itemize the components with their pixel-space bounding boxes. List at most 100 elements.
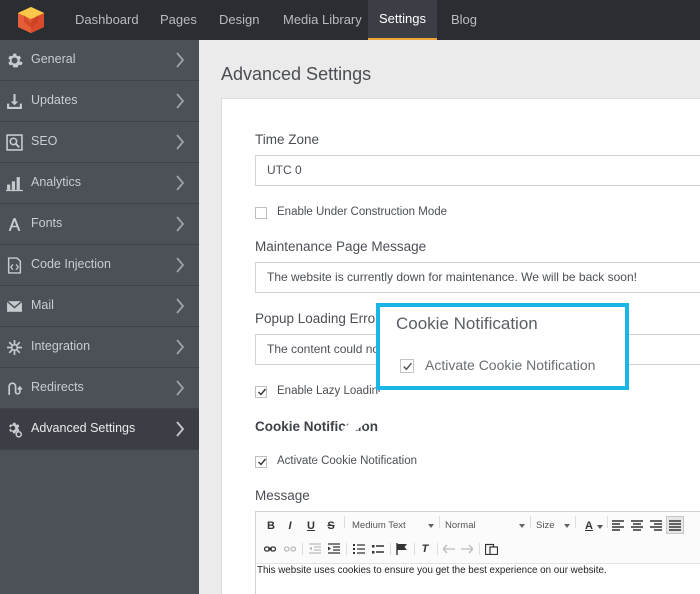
maintenance-message-label: Maintenance Page Message bbox=[255, 239, 427, 254]
nav-pages[interactable]: Pages bbox=[146, 0, 211, 40]
chevron-right-icon bbox=[176, 257, 185, 273]
sidebar-item-advanced-settings[interactable]: Advanced Settings bbox=[0, 409, 199, 450]
callout-title: Cookie Notification bbox=[396, 314, 538, 333]
sidebar-item-integration[interactable]: Integration bbox=[0, 327, 199, 368]
cookie-section-heading: Cookie Notification bbox=[255, 419, 379, 434]
sidebar-item-general[interactable]: General bbox=[0, 40, 199, 81]
toolbar-separator bbox=[439, 516, 440, 528]
sidebar-item-label: Advanced Settings bbox=[31, 421, 136, 435]
logo-icon bbox=[17, 7, 44, 33]
top-navigation: Dashboard Pages Design Media Library Set… bbox=[0, 0, 700, 40]
checkmark-icon bbox=[258, 458, 267, 466]
bulleted-list-icon[interactable] bbox=[372, 543, 384, 555]
app-logo[interactable] bbox=[0, 0, 61, 40]
code-file-icon bbox=[7, 257, 22, 274]
strikethrough-button[interactable]: S bbox=[324, 517, 338, 535]
font-size-dropdown[interactable]: Size bbox=[536, 517, 570, 535]
toolbar-separator bbox=[414, 543, 415, 555]
sidebar-item-updates[interactable]: Updates bbox=[0, 81, 199, 122]
sidebar-item-label: Code Injection bbox=[31, 257, 111, 271]
outdent-icon[interactable] bbox=[309, 543, 321, 555]
toolbar-separator bbox=[302, 543, 303, 555]
italic-button[interactable]: I bbox=[283, 517, 297, 535]
maintenance-message-input[interactable]: The website is currently down for mainte… bbox=[255, 262, 700, 293]
redo-icon[interactable] bbox=[461, 544, 473, 554]
chevron-right-icon bbox=[176, 216, 185, 232]
font-size-value: Size bbox=[536, 520, 555, 531]
format-dropdown[interactable]: Normal bbox=[445, 517, 525, 535]
indent-icon[interactable] bbox=[328, 543, 340, 555]
envelope-icon bbox=[6, 300, 23, 312]
dropdown-caret-icon bbox=[519, 524, 525, 528]
sidebar-item-label: Mail bbox=[31, 298, 54, 312]
justify-button[interactable] bbox=[666, 516, 684, 534]
paragraph-style-dropdown[interactable]: Medium Text bbox=[352, 517, 434, 535]
toolbar-separator bbox=[530, 516, 531, 528]
construction-mode-label: Enable Under Construction Mode bbox=[277, 206, 448, 218]
cookie-notification-label: Activate Cookie Notification bbox=[277, 455, 417, 467]
checkmark-icon bbox=[403, 362, 412, 371]
align-justify-icon bbox=[669, 520, 681, 531]
chevron-right-icon bbox=[176, 421, 185, 437]
font-color-button[interactable]: A bbox=[580, 517, 598, 535]
sidebar-item-label: Analytics bbox=[31, 175, 82, 189]
checkmark-icon bbox=[258, 388, 267, 396]
search-icon bbox=[6, 134, 23, 151]
rich-text-editor[interactable]: B I U S Medium Text Normal Size A T This… bbox=[255, 511, 700, 594]
paragraph-style-value: Medium Text bbox=[352, 520, 406, 531]
dropdown-caret-icon bbox=[428, 524, 434, 528]
font-icon bbox=[8, 218, 21, 231]
callout-checkbox[interactable] bbox=[400, 359, 414, 373]
gear-icon bbox=[8, 53, 23, 68]
chevron-right-icon bbox=[176, 134, 185, 150]
timezone-value: UTC 0 bbox=[267, 163, 302, 177]
sidebar-item-label: General bbox=[31, 52, 76, 66]
bar-chart-icon bbox=[6, 177, 23, 192]
sidebar-item-mail[interactable]: Mail bbox=[0, 286, 199, 327]
chevron-right-icon bbox=[176, 298, 185, 314]
message-label: Message bbox=[255, 488, 310, 503]
sidebar-item-redirects[interactable]: Redirects bbox=[0, 368, 199, 409]
timezone-select[interactable]: UTC 0 bbox=[255, 155, 700, 186]
dropdown-caret-icon bbox=[564, 524, 570, 528]
nav-blog[interactable]: Blog bbox=[437, 0, 491, 40]
construction-mode-checkbox[interactable] bbox=[255, 207, 267, 219]
sidebar-item-label: Redirects bbox=[31, 380, 84, 394]
link-icon[interactable] bbox=[264, 543, 276, 555]
chevron-right-icon bbox=[176, 93, 185, 109]
align-right-icon[interactable] bbox=[650, 520, 662, 532]
font-color-caret-icon[interactable] bbox=[597, 517, 603, 535]
sidebar-item-seo[interactable]: SEO bbox=[0, 122, 199, 163]
toolbar-separator bbox=[390, 543, 391, 555]
align-left-icon[interactable] bbox=[612, 520, 624, 532]
numbered-list-icon[interactable] bbox=[353, 543, 365, 555]
lazy-loading-checkbox[interactable] bbox=[255, 386, 267, 398]
page-title: Advanced Settings bbox=[221, 64, 372, 84]
underline-button[interactable]: U bbox=[304, 517, 318, 535]
align-center-icon[interactable] bbox=[631, 520, 643, 532]
chevron-right-icon bbox=[176, 380, 185, 396]
nav-design[interactable]: Design bbox=[205, 0, 273, 40]
nav-media-library[interactable]: Media Library bbox=[269, 0, 376, 40]
nav-dashboard[interactable]: Dashboard bbox=[61, 0, 153, 40]
paste-icon[interactable] bbox=[485, 543, 498, 555]
unlink-icon[interactable] bbox=[284, 543, 296, 555]
timezone-label: Time Zone bbox=[255, 132, 320, 147]
sidebar-item-label: SEO bbox=[31, 134, 58, 148]
chevron-right-icon bbox=[176, 52, 185, 68]
clear-format-button[interactable]: T bbox=[419, 540, 431, 558]
sidebar-item-label: Updates bbox=[31, 93, 78, 107]
cookie-notification-checkbox[interactable] bbox=[255, 456, 267, 468]
popup-error-label: Popup Loading Error bbox=[255, 311, 380, 326]
nav-settings[interactable]: Settings bbox=[368, 0, 437, 40]
settings-sidebar: General Updates SEO Analytics Fonts Code… bbox=[0, 40, 199, 594]
undo-icon[interactable] bbox=[443, 544, 455, 554]
sidebar-item-code-injection[interactable]: Code Injection bbox=[0, 245, 199, 286]
editor-toolbar: B I U S Medium Text Normal Size A T bbox=[256, 512, 700, 564]
toolbar-separator bbox=[575, 516, 576, 528]
editor-content[interactable]: This website uses cookies to ensure you … bbox=[257, 565, 607, 576]
flag-icon[interactable] bbox=[396, 543, 408, 555]
bold-button[interactable]: B bbox=[264, 517, 278, 535]
sidebar-item-analytics[interactable]: Analytics bbox=[0, 163, 199, 204]
sidebar-item-fonts[interactable]: Fonts bbox=[0, 204, 199, 245]
